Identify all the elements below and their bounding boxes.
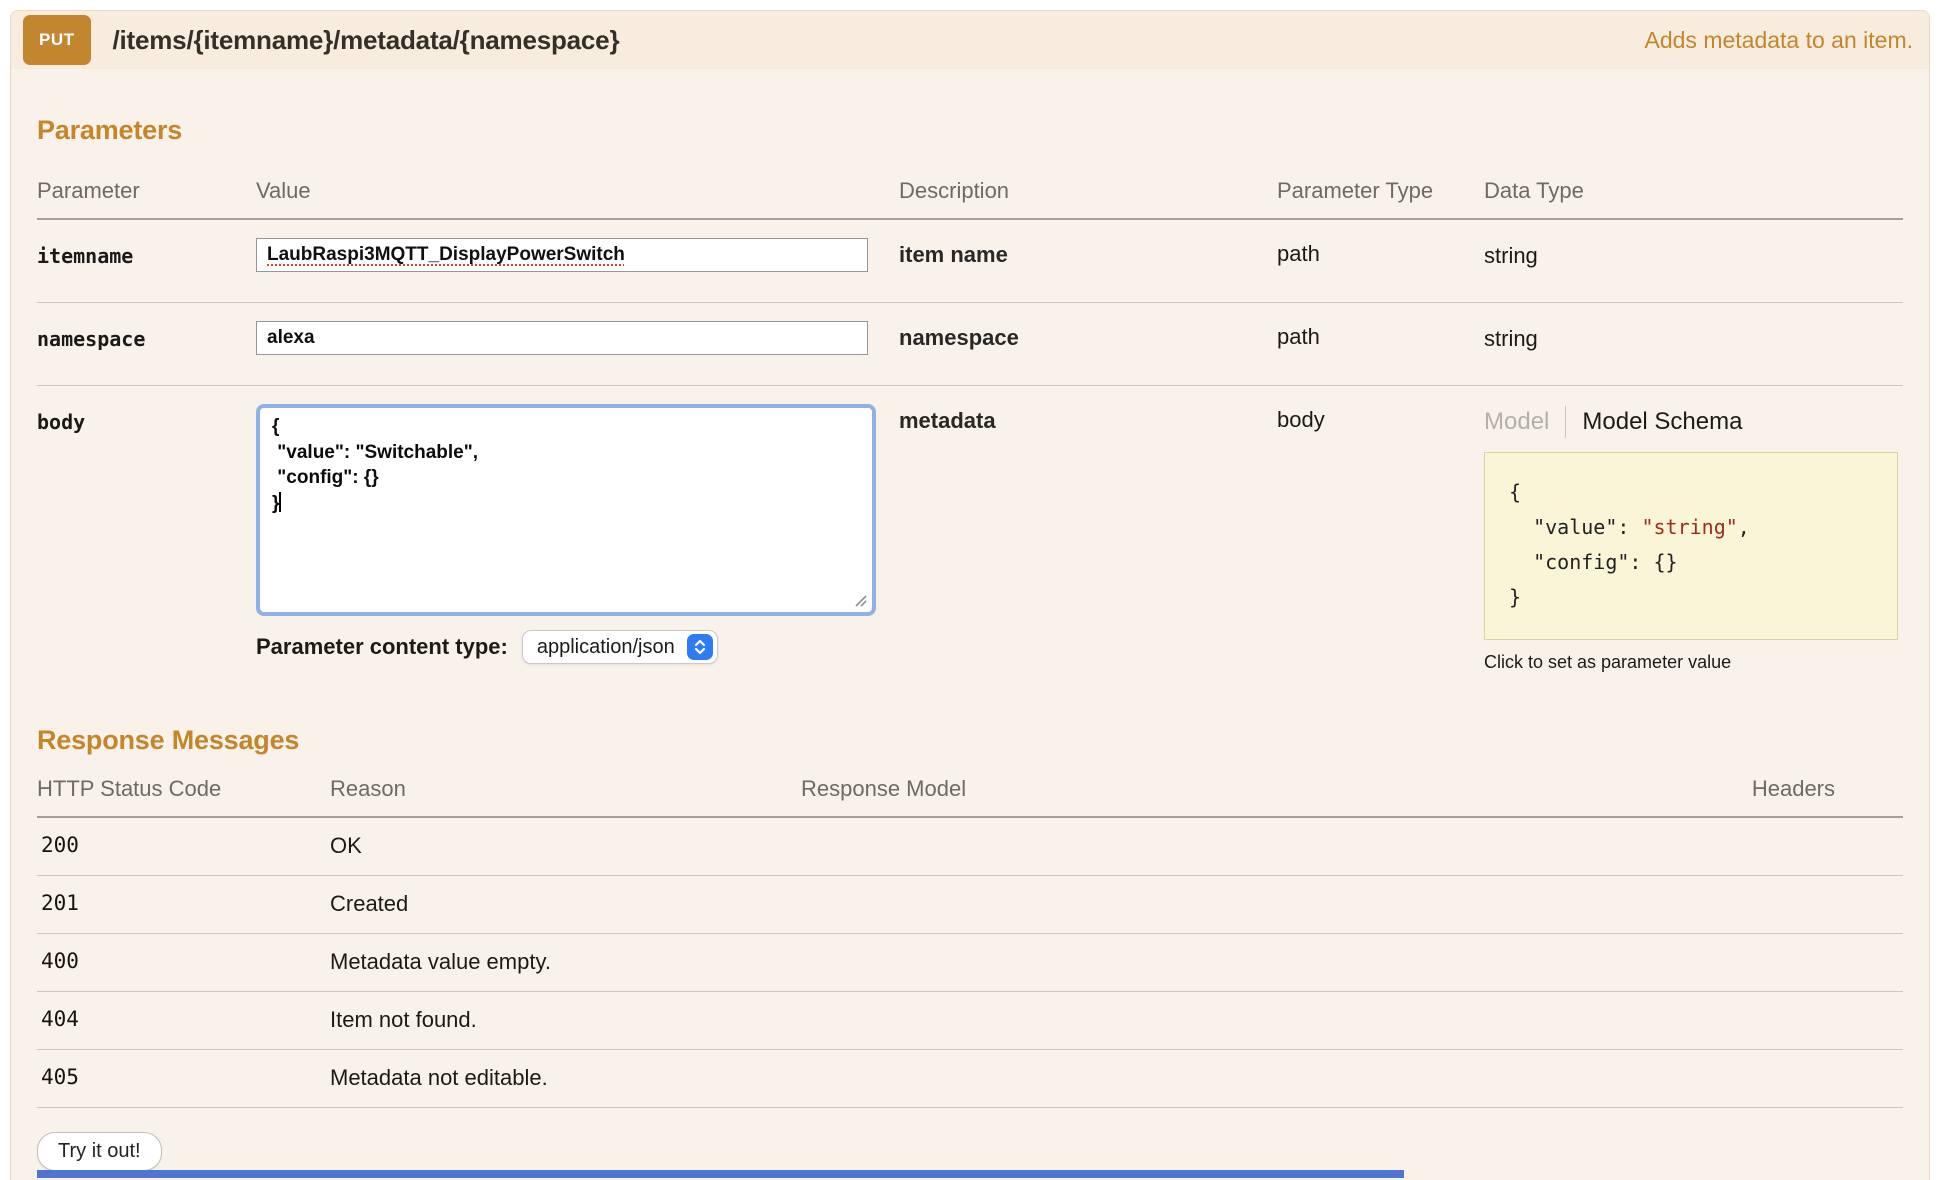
content-type-label: Parameter content type: — [256, 634, 508, 659]
schema-highlight: "string" — [1641, 515, 1738, 539]
body-editor-value: { "value": "Switchable", "config": {} } — [272, 416, 479, 514]
schema-part1: { "value": — [1509, 480, 1630, 539]
body-editor[interactable]: { "value": "Switchable", "config": {} } — [260, 408, 872, 612]
response-model-cell — [801, 1065, 1441, 1091]
col-header-response-model: Response Model — [801, 776, 967, 801]
model-schema-area: Model Model Schema { "value": "string", … — [1484, 404, 1903, 673]
parameters-heading: Parameters — [37, 115, 183, 145]
col-header-status-code: HTTP Status Code — [37, 776, 222, 801]
namespace-input[interactable]: alexa — [256, 321, 868, 355]
response-model-cell — [801, 891, 1441, 917]
headers-cell — [1441, 1007, 1903, 1033]
response-row-404: 404 Item not found. — [37, 992, 1903, 1050]
param-row-namespace: namespace alexa namespace path string — [37, 303, 1903, 386]
status-code: 405 — [41, 1065, 79, 1089]
operation-summary: Adds metadata to an item. — [1644, 26, 1914, 53]
response-row-200: 200 OK — [37, 818, 1903, 876]
headers-cell — [1441, 1065, 1903, 1091]
tab-divider — [1565, 406, 1567, 438]
col-header-parameter-type: Parameter Type — [1277, 178, 1434, 203]
param-row-itemname: itemname LaubRaspi3MQTT_DisplayPowerSwit… — [37, 220, 1903, 303]
col-header-parameter: Parameter — [37, 178, 140, 203]
parameters-table-header: Parameter Value Description Parameter Ty… — [37, 172, 1903, 220]
col-header-value: Value — [256, 178, 311, 203]
param-data-type: string — [1484, 326, 1538, 351]
select-stepper-icon — [686, 634, 713, 660]
model-schema-box[interactable]: { "value": "string", "config": {} } — [1484, 452, 1898, 640]
response-model-cell — [801, 833, 1441, 859]
schema-caption: Click to set as parameter value — [1484, 652, 1732, 672]
param-description: metadata — [899, 408, 996, 433]
param-data-type: string — [1484, 243, 1538, 268]
responses-heading: Response Messages — [37, 725, 300, 755]
resize-grip-icon[interactable] — [853, 593, 868, 608]
put-method-badge[interactable]: PUT — [23, 15, 91, 65]
try-it-out-button[interactable]: Try it out! — [37, 1132, 162, 1171]
namespace-input-value: alexa — [267, 327, 315, 348]
headers-cell — [1441, 891, 1903, 917]
param-type: path — [1277, 241, 1320, 266]
reason: Item not found. — [330, 1007, 477, 1032]
itemname-input-value: LaubRaspi3MQTT_DisplayPowerSwitch — [267, 244, 625, 265]
operation-body: Parameters Parameter Value Description P… — [11, 69, 1929, 1180]
response-row-201: 201 Created — [37, 876, 1903, 934]
reason: Metadata value empty. — [330, 949, 551, 974]
responses-table-header: HTTP Status Code Reason Response Model H… — [37, 770, 1903, 818]
itemname-input[interactable]: LaubRaspi3MQTT_DisplayPowerSwitch — [256, 238, 868, 272]
next-operation-edge-bar — [37, 1170, 1404, 1178]
headers-cell — [1441, 949, 1903, 975]
response-model-cell — [801, 949, 1441, 975]
param-name: namespace — [37, 327, 146, 351]
model-tabs: Model Model Schema — [1484, 404, 1903, 438]
headers-cell — [1441, 833, 1903, 859]
operation-panel: PUT /items/{itemname}/metadata/{namespac… — [10, 10, 1930, 1180]
response-model-cell — [801, 1007, 1441, 1033]
body-editor-wrap: { "value": "Switchable", "config": {} } — [256, 404, 876, 616]
page: PUT /items/{itemname}/metadata/{namespac… — [0, 0, 1940, 1180]
status-code: 404 — [41, 1007, 79, 1031]
param-type: body — [1277, 407, 1325, 432]
reason: OK — [330, 833, 362, 858]
status-code: 400 — [41, 949, 79, 973]
param-description: item name — [899, 242, 1008, 267]
status-code: 201 — [41, 891, 79, 915]
status-code: 200 — [41, 833, 79, 857]
text-caret — [279, 491, 282, 512]
response-row-405: 405 Metadata not editable. — [37, 1050, 1903, 1108]
param-type: path — [1277, 324, 1320, 349]
param-description: namespace — [899, 325, 1019, 350]
col-header-data-type: Data Type — [1484, 178, 1584, 203]
param-name: body — [37, 410, 86, 434]
reason: Metadata not editable. — [330, 1065, 548, 1090]
operation-header: PUT /items/{itemname}/metadata/{namespac… — [11, 11, 1929, 69]
model-tab[interactable]: Model — [1484, 408, 1549, 436]
model-schema-tab[interactable]: Model Schema — [1582, 408, 1742, 436]
param-row-body: body { "value": "Switchable", "config": … — [37, 386, 1903, 673]
content-type-select[interactable]: application/json — [521, 630, 718, 664]
response-row-400: 400 Metadata value empty. — [37, 934, 1903, 992]
col-header-description: Description — [899, 178, 1010, 203]
col-header-headers: Headers — [1751, 776, 1835, 801]
param-name: itemname — [37, 244, 134, 268]
col-header-reason: Reason — [330, 776, 406, 801]
content-type-line: Parameter content type: application/json — [256, 630, 899, 664]
reason: Created — [330, 891, 409, 916]
content-type-selected-value: application/json — [536, 635, 675, 658]
endpoint-path[interactable]: /items/{itemname}/metadata/{namespace} — [113, 25, 620, 56]
